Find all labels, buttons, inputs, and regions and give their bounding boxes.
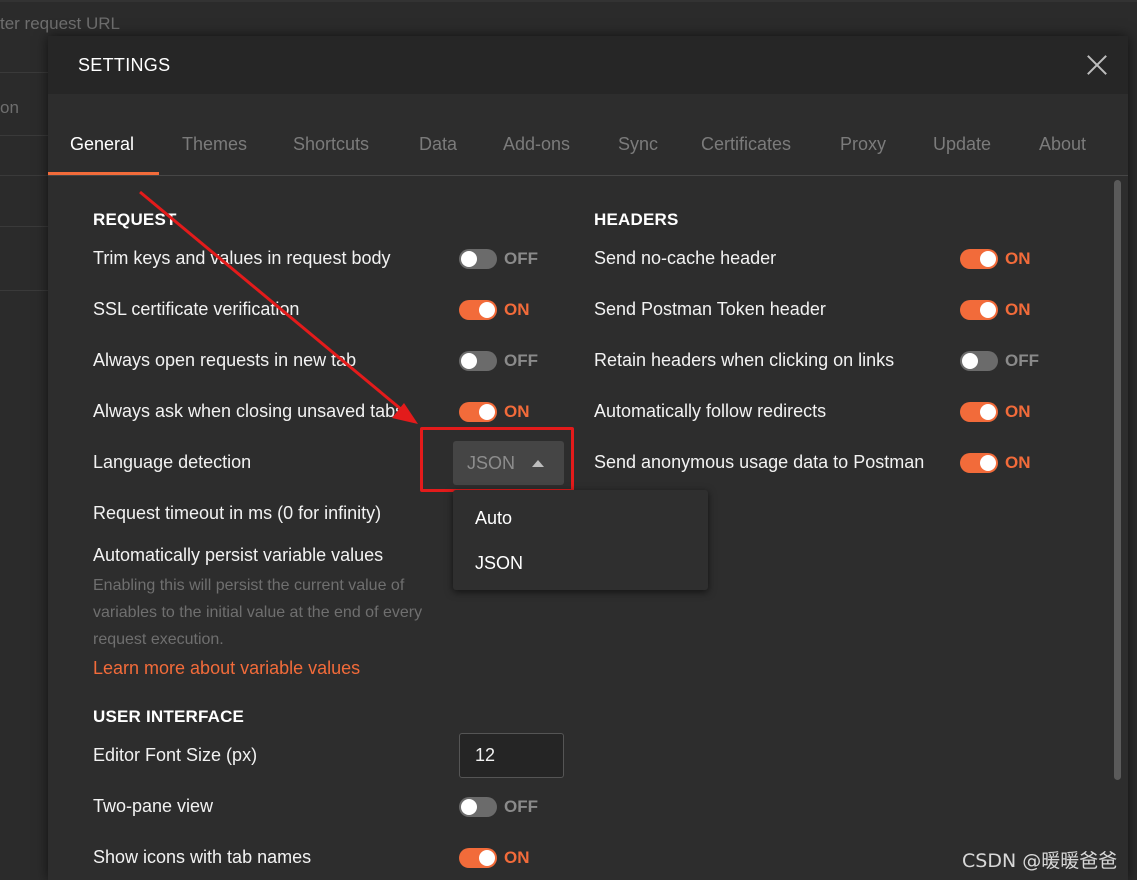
two-pane-label: Two-pane view bbox=[93, 796, 214, 816]
background-divider bbox=[0, 175, 48, 176]
app-top-edge bbox=[0, 0, 1137, 2]
dropdown-option-json[interactable]: JSON bbox=[475, 553, 523, 574]
toggle-state-text: ON bbox=[1005, 249, 1031, 268]
timeout-label: Request timeout in ms (0 for infinity) bbox=[93, 503, 382, 523]
ask-closing-unsaved-toggle[interactable] bbox=[459, 402, 497, 422]
request-heading: REQUEST bbox=[93, 210, 177, 229]
trim-keys-toggle[interactable] bbox=[459, 249, 497, 269]
background-side-text: on bbox=[0, 98, 19, 117]
open-new-tab-toggle[interactable] bbox=[459, 351, 497, 371]
language-dropdown-menu: Auto JSON bbox=[453, 490, 708, 590]
watermark: CSDN @暖暖爸爸 bbox=[962, 850, 1118, 872]
follow-redirects-toggle[interactable] bbox=[960, 402, 998, 422]
annotation-highlight-box bbox=[420, 427, 574, 492]
language-detection-label: Language detection bbox=[93, 452, 252, 472]
learn-more-link[interactable]: Learn more about variable values bbox=[93, 658, 360, 679]
setting-label: Send anonymous usage data to Postman bbox=[594, 452, 925, 472]
url-input-placeholder: ter request URL bbox=[0, 14, 120, 33]
tab-add-ons[interactable]: Add-ons bbox=[503, 134, 570, 155]
settings-tabs: General Themes Shortcuts Data Add-ons Sy… bbox=[48, 94, 1128, 176]
persist-variables-description: Enabling this will persist the current v… bbox=[93, 577, 423, 648]
active-tab-indicator bbox=[48, 172, 159, 175]
toggle-state-text: ON bbox=[504, 402, 530, 421]
no-cache-toggle[interactable] bbox=[960, 249, 998, 269]
toggle-state-text: ON bbox=[504, 848, 530, 867]
toggle-state-text: ON bbox=[1005, 300, 1031, 319]
scrollbar[interactable] bbox=[1114, 180, 1121, 780]
headers-heading: HEADERS bbox=[594, 210, 679, 229]
close-icon[interactable] bbox=[1084, 52, 1110, 78]
tab-data[interactable]: Data bbox=[419, 134, 457, 155]
show-icons-label: Show icons with tab names bbox=[93, 847, 312, 867]
setting-label: Always ask when closing unsaved tabs bbox=[93, 401, 405, 421]
user-interface-heading: USER INTERFACE bbox=[93, 707, 245, 726]
toggle-state-text: OFF bbox=[504, 797, 538, 816]
tab-about[interactable]: About bbox=[1039, 134, 1086, 155]
two-pane-toggle[interactable] bbox=[459, 797, 497, 817]
retain-headers-toggle[interactable] bbox=[960, 351, 998, 371]
usage-data-toggle[interactable] bbox=[960, 453, 998, 473]
toggle-state-text: OFF bbox=[504, 249, 538, 268]
modal-header: SETTINGS bbox=[48, 36, 1128, 94]
tab-sync[interactable]: Sync bbox=[618, 134, 658, 155]
setting-label: Trim keys and values in request body bbox=[93, 248, 391, 268]
setting-label: SSL certificate verification bbox=[93, 299, 300, 319]
tab-themes[interactable]: Themes bbox=[182, 134, 247, 155]
tab-certificates[interactable]: Certificates bbox=[701, 134, 791, 155]
toggle-state-text: ON bbox=[1005, 453, 1031, 472]
setting-label: Always open requests in new tab bbox=[93, 350, 357, 370]
background-divider bbox=[0, 290, 48, 291]
font-size-label: Editor Font Size (px) bbox=[93, 745, 258, 765]
dropdown-option-auto[interactable]: Auto bbox=[475, 508, 512, 529]
modal-title: SETTINGS bbox=[78, 55, 171, 75]
ssl-verification-toggle[interactable] bbox=[459, 300, 497, 320]
setting-label: Send no-cache header bbox=[594, 248, 777, 268]
setting-label: Automatically follow redirects bbox=[594, 401, 827, 421]
setting-label: Send Postman Token header bbox=[594, 299, 826, 319]
postman-token-toggle[interactable] bbox=[960, 300, 998, 320]
background-divider bbox=[0, 226, 48, 227]
tab-update[interactable]: Update bbox=[933, 134, 991, 155]
background-divider bbox=[0, 135, 48, 136]
toggle-state-text: OFF bbox=[504, 351, 538, 370]
tab-proxy[interactable]: Proxy bbox=[840, 134, 886, 155]
setting-label: Retain headers when clicking on links bbox=[594, 350, 895, 370]
persist-variables-label: Automatically persist variable values bbox=[93, 545, 384, 565]
toggle-state-text: ON bbox=[1005, 402, 1031, 421]
show-icons-toggle[interactable] bbox=[459, 848, 497, 868]
toggle-state-text: OFF bbox=[1005, 351, 1039, 370]
settings-modal: SETTINGS General Themes Shortcuts Data A… bbox=[48, 36, 1128, 880]
font-size-input[interactable] bbox=[459, 733, 564, 778]
toggle-state-text: ON bbox=[504, 300, 530, 319]
tab-general[interactable]: General bbox=[70, 134, 134, 155]
background-divider bbox=[0, 72, 48, 73]
tab-shortcuts[interactable]: Shortcuts bbox=[293, 134, 369, 155]
